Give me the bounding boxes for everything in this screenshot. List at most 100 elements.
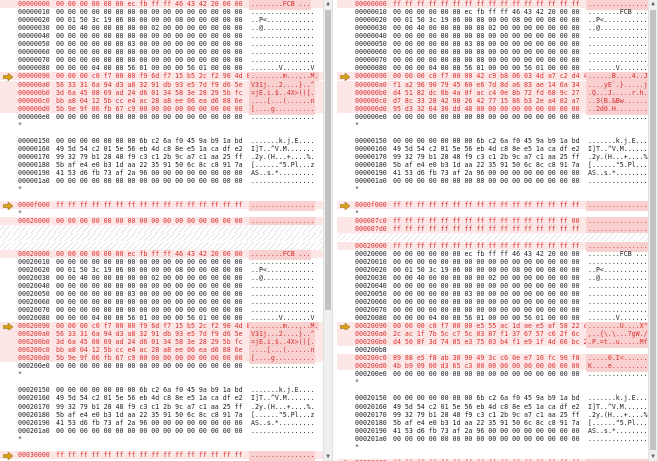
hex-bytes[interactable]: 00 01 50 3c 19 06 00 00 00 00 08 00 00 0…	[56, 16, 243, 24]
hex-bytes[interactable]: 41 53 d6 fb 73 af 2a 96 00 00 00 00 00 0…	[393, 427, 580, 435]
hex-bytes[interactable]: 00 00 00 c0 f7 00 00 f9 6d f7 15 b5 2c f…	[56, 322, 255, 330]
triangle-up-icon[interactable]: ▲	[324, 0, 332, 8]
hex-bytes[interactable]: 00 00 00 00 00 00 00 00 00 00 00 00 00 0…	[393, 177, 580, 185]
hex-bytes[interactable]: 99 32 79 b1 28 48 f9 c3 c1 2b 9c a7 c1 a…	[56, 403, 243, 411]
hex-bytes[interactable]: 00 00 00 00 00 00 00 00 00 00 00 00 00 0…	[393, 113, 580, 121]
hex-bytes[interactable]: ff ff ff ff ff ff ff ff ff ff ff ff ff f…	[393, 0, 580, 8]
hex-bytes[interactable]: 00 00 00 00 00 00 00 00 00 00 00 00 00 0…	[393, 435, 580, 443]
hex-bytes[interactable]: d4 50 8f 3d 74 05 e3 75 03 b4 f1 e9 1f 4…	[393, 338, 592, 346]
hex-bytes[interactable]: 99 32 79 b1 28 48 f9 c3 c1 2b 9c a7 c1 a…	[56, 153, 243, 161]
hex-bytes[interactable]: 00 01 50 3c 19 06 00 00 00 00 08 00 00 0…	[393, 16, 580, 24]
hex-bytes[interactable]: 49 5d 54 c2 01 5e 56 eb 4d c8 8e e5 1a c…	[56, 394, 243, 402]
hex-bytes[interactable]: 00 00 00 00 00 00 00 00 00 00 00 00 00 0…	[56, 8, 243, 16]
hex-bytes[interactable]: 00 00 00 00 00 00 00 6b c2 6a f0 45 9a b…	[393, 137, 580, 145]
hex-bytes[interactable]: 00 00 40 00 00 00 00 00 02 00 00 00 00 0…	[56, 24, 243, 32]
hex-bytes[interactable]: 00 00 00 04 00 00 56 01 00 00 00 56 01 0…	[56, 64, 243, 72]
hex-bytes[interactable]: 00 00 00 04 00 00 56 01 00 00 00 56 01 0…	[393, 64, 580, 72]
hex-bytes[interactable]: 89 88 e5 f8 ab 30 90 49 3c c6 0e e7 10 f…	[393, 354, 580, 362]
hex-bytes[interactable]: 00 00 00 00 00 00 ec fb ff ff 46 43 42 2…	[56, 250, 243, 258]
hex-bytes[interactable]: 00 00 40 00 00 00 00 00 02 00 00 00 00 0…	[56, 274, 243, 282]
hex-bytes[interactable]: 5b af e4 e0 b3 1d aa 22 35 91 50 6c 8c c…	[393, 419, 580, 427]
hex-bytes[interactable]: 00 00 40 00 00 00 00 00 02 00 00 00 00 0…	[393, 24, 580, 32]
hex-bytes[interactable]: 41 53 d6 fb 73 af 2a 96 00 00 00 00 00 0…	[56, 419, 243, 427]
hex-bytes[interactable]: bb a8 04 12 5b cc e4 ac 28 a8 ee 06 ea d…	[56, 346, 243, 354]
hex-bytes[interactable]: bb a8 04 12 5b cc e4 ac 28 a8 ee 06 ea d…	[56, 97, 243, 105]
hex-bytes[interactable]: 00 00 00 00 00 00 00 6b c2 6a f0 45 9a b…	[56, 386, 243, 394]
hex-bytes[interactable]: 00 00 00 00 00 00 00 00 00 00 00 00 00 0…	[56, 258, 243, 266]
hex-bytes[interactable]: 00 00 40 00 00 00 00 00 02 00 00 00 00 0…	[393, 274, 580, 282]
right-scrollbar[interactable]: ▲ ▼	[648, 0, 658, 461]
hex-bytes[interactable]: 2c ac 1f 7b 5c c7 5c 03 87 f1 37 67 57 c…	[393, 330, 580, 338]
hex-bytes[interactable]: d4 51 82 dc 8b 4a 0f ac c4 0e 8b 72 fd 6…	[393, 89, 580, 97]
hex-bytes[interactable]: 49 5d 54 c2 01 5e 56 eb 4d c8 8e e5 1a c…	[56, 145, 243, 153]
hex-bytes[interactable]: 00 00 00 00 00 00 03 00 00 00 00 00 00 0…	[56, 290, 243, 298]
hex-bytes[interactable]: 56 33 31 6a 94 d3 a8 32 91 db 93 e5 7d f…	[56, 330, 243, 338]
left-scrollbar[interactable]: ▲ ▼	[323, 0, 333, 461]
hex-bytes[interactable]: 4b b9 09 00 d3 65 c3 00 00 00 00 00 00 0…	[393, 362, 580, 370]
hex-bytes[interactable]: 00 00 00 00 00 00 00 00 00 00 00 00 00 0…	[393, 298, 580, 306]
hex-bytes[interactable]: 5b 9e 9f 06 fb 67 c9 00 00 00 00 00 00 0…	[56, 354, 243, 362]
hex-bytes[interactable]: 49 5d 54 c2 01 5e 56 eb 4d c8 8e e5 1a c…	[393, 145, 580, 153]
hex-bytes[interactable]: 00 00 00 00 00 00 ec fb ff ff 46 43 42 2…	[56, 0, 243, 8]
hex-bytes[interactable]: 00 00 00 00 00 00 00 6b c2 6a f0 45 9a b…	[56, 137, 243, 145]
hex-bytes[interactable]: 00 00 00 00 00 00 00 00 00 00 00 00 00 0…	[56, 32, 243, 40]
hex-bytes[interactable]: 5b af e4 e0 b3 1d aa 22 35 91 50 6c 8c c…	[56, 411, 243, 419]
hex-bytes[interactable]: 00 00 00 00 00 00 00 00 00 00 00 00 00 0…	[393, 32, 580, 40]
hex-bytes[interactable]: 3d 6a 45 08 69 ad 24 d6 01 34 58 3e 28 2…	[56, 338, 243, 346]
hex-bytes[interactable]: 00 00 00 00 00 00 00 00 00 00 00 00 00 0…	[56, 282, 243, 290]
hex-bytes[interactable]: ff ff ff ff ff ff ff ff ff ff ff ff ff f…	[56, 451, 243, 459]
hex-bytes[interactable]: 00 00 00 00 00 00 00 00 00 00 00 00 00 0…	[393, 258, 580, 266]
hex-bytes[interactable]: 5b af e4 e0 b3 1d aa 22 35 91 50 6c 8c c…	[56, 161, 243, 169]
hex-bytes[interactable]: 99 32 79 b1 28 48 f9 c3 c1 2b 9c a7 c1 a…	[393, 153, 580, 161]
hex-bytes[interactable]: 49 5d 54 c2 01 5e 56 eb 4d c8 8e e5 1a c…	[393, 403, 580, 411]
hex-bytes[interactable]: 00 00 00 00 00 00 00 00 00 00 00 00 00 0…	[56, 48, 243, 56]
hex-bytes[interactable]: 00 00 00 c0 f7 00 00 f9 6d f7 15 b5 2c f…	[56, 72, 255, 80]
hex-bytes[interactable]: 99 32 79 b1 28 48 f9 c3 c1 2b 9c a7 c1 a…	[393, 411, 580, 419]
hex-bytes[interactable]: 00 00 00 00 00 00 00 00 00 00 00 00 00 0…	[393, 282, 580, 290]
hex-bytes[interactable]: 00 00 00 00 00 00 00 00 00 00 00 00 00 0…	[393, 370, 580, 378]
ascii-text[interactable]: ................	[249, 450, 315, 461]
triangle-down-icon[interactable]: ▼	[649, 453, 657, 461]
hex-bytes[interactable]: 00 01 50 3c 19 06 00 00 00 00 08 00 00 0…	[56, 266, 243, 274]
hex-bytes[interactable]: 95 d3 32 64 30 dd 48 00 00 00 00 00 00 0…	[393, 105, 580, 113]
hex-bytes[interactable]: 00 00 00 00 00 00 00 00 00 00 00 00 00 0…	[56, 298, 243, 306]
hex-bytes[interactable]: 5b af e4 e0 b3 1d aa 22 35 91 50 6c 8c c…	[393, 161, 580, 169]
hex-bytes[interactable]: 00 00 00 00 00 00 00 00 00 00 00 00 00 0…	[393, 56, 580, 64]
hex-bytes[interactable]: ff ff ff ff ff ff ff ff ff ff ff ff ff f…	[393, 217, 580, 225]
right-hex-pane[interactable]: 00000000 ff ff ff ff ff ff ff ff ff ff ff…	[337, 0, 658, 461]
hex-bytes[interactable]: 00 00 00 c0 f7 00 00 e5 55 ac 1d ae e5 a…	[393, 322, 592, 330]
hex-bytes[interactable]: d7 8c 33 28 42 98 26 42 77 15 86 b3 2e a…	[393, 97, 580, 105]
hex-bytes[interactable]: f1 a2 96 90 79 45 60 e6 7d 8d a6 83 ae 1…	[393, 81, 580, 89]
hex-bytes[interactable]: ff ff ff ff ff ff ff ff ff ff ff ff ff f…	[56, 201, 243, 209]
hex-bytes[interactable]: 00 00 00 00 00 00 ec fb ff ff 46 43 42 2…	[393, 250, 580, 258]
hex-bytes[interactable]: 00 00 00 00 00 00 ec fb ff ff 46 43 42 2…	[393, 8, 580, 16]
hex-bytes[interactable]: ff ff ff ff ff ff ff ff ff ff ff ff ff f…	[393, 242, 580, 250]
hex-bytes[interactable]: 00 00 00 00 00 00 00 6b c2 6a f0 45 9a b…	[393, 394, 580, 402]
hex-bytes[interactable]: 00 00 00 00 00 00 00 00 00 00 00 00 00 0…	[56, 217, 243, 225]
hex-bytes[interactable]: 41 53 d6 fb 73 af 2a 96 00 00 00 00 00 0…	[393, 169, 580, 177]
hex-bytes[interactable]: ff ff ff ff ff ff ff ff ff ff ff ff ff f…	[393, 225, 580, 233]
hex-bytes[interactable]: 00 00 00 c0 f7 00 00 42 c9 b8 06 03 4d a…	[393, 72, 592, 80]
hex-bytes[interactable]: 00 00 00 00 00 00 00 00 00 00 00 00 00 0…	[56, 362, 243, 370]
hex-bytes[interactable]: 00 00 00 00 00 00 00 00 00 00 00 00 00 0…	[393, 48, 580, 56]
hex-bytes[interactable]: 00 00 00 00 00 00 00 00 00 00 00 00 00 0…	[56, 177, 243, 185]
hex-bytes[interactable]: 00 00 00 00 00 00 03 00 00 00 00 00 00 0…	[56, 40, 243, 48]
hex-bytes[interactable]: 00 00 00 00 00 00 00 00 00 00 00 00 00 0…	[56, 427, 243, 435]
triangle-down-icon[interactable]: ▼	[324, 453, 332, 461]
hex-bytes[interactable]: 00 00 00 00 00 00 03 00 00 00 00 00 00 0…	[393, 40, 580, 48]
hex-bytes[interactable]: 00 00 00 00 00 00 00 00 00 00 00 00 00 0…	[56, 306, 243, 314]
hex-bytes[interactable]: 3d 6a 45 08 69 ad 24 d6 01 34 58 3e 28 2…	[56, 89, 243, 97]
right-scroll-thumb[interactable]	[650, 10, 656, 450]
hex-bytes[interactable]: 56 33 31 6a 94 d3 a8 32 91 db 93 e5 7d f…	[56, 81, 243, 89]
hex-bytes[interactable]: 41 53 d6 fb 73 af 2a 96 00 00 00 00 00 0…	[56, 169, 243, 177]
hex-bytes[interactable]: 00 00 00 00 00 00 00 00 00 00 00 00 00 0…	[56, 56, 243, 64]
hex-bytes[interactable]: 00 01 50 3c 19 06 00 00 00 00 08 00 00 0…	[393, 266, 580, 274]
left-scroll-thumb[interactable]	[325, 10, 331, 310]
left-hex-pane[interactable]: 00000000 00 00 00 00 00 00 ec fb ff ff 46…	[0, 0, 323, 461]
hex-bytes[interactable]: ff ff ff ff ff ff ff ff ff ff ff ff ff f…	[393, 201, 580, 209]
triangle-up-icon[interactable]: ▲	[649, 0, 657, 8]
hex-bytes[interactable]: 00 00 00 04 00 00 56 01 00 00 00 56 01 0…	[56, 314, 243, 322]
hex-bytes[interactable]: 5b 9e 9f 06 fb 67 c9 00 00 00 00 00 00 0…	[56, 105, 243, 113]
hex-bytes[interactable]: 00 00 00 04 00 00 56 01 00 00 00 56 01 0…	[393, 314, 580, 322]
hex-bytes[interactable]: 00 00 00 00 00 00 03 00 00 00 00 00 00 0…	[393, 290, 580, 298]
